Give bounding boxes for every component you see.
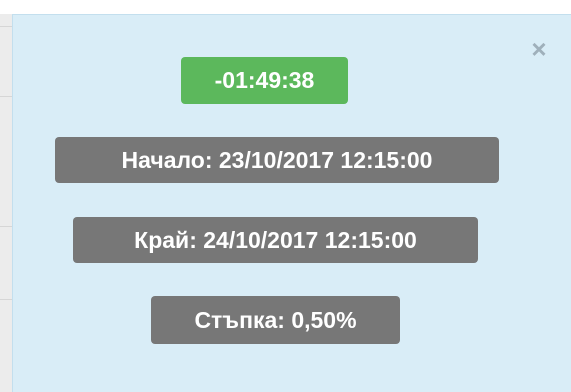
- background-table-edge: [0, 14, 12, 392]
- end-date-badge: Край: 24/10/2017 12:15:00: [73, 217, 478, 263]
- divider: [0, 96, 12, 97]
- divider: [0, 26, 12, 27]
- countdown-timer-badge: -01:49:38: [181, 57, 348, 104]
- divider: [0, 226, 12, 227]
- close-icon[interactable]: ×: [527, 36, 551, 62]
- start-date-badge: Начало: 23/10/2017 12:15:00: [55, 137, 499, 183]
- divider: [0, 299, 12, 300]
- step-percentage-badge: Стъпка: 0,50%: [151, 296, 400, 344]
- page: × -01:49:38 Начало: 23/10/2017 12:15:00 …: [0, 0, 571, 392]
